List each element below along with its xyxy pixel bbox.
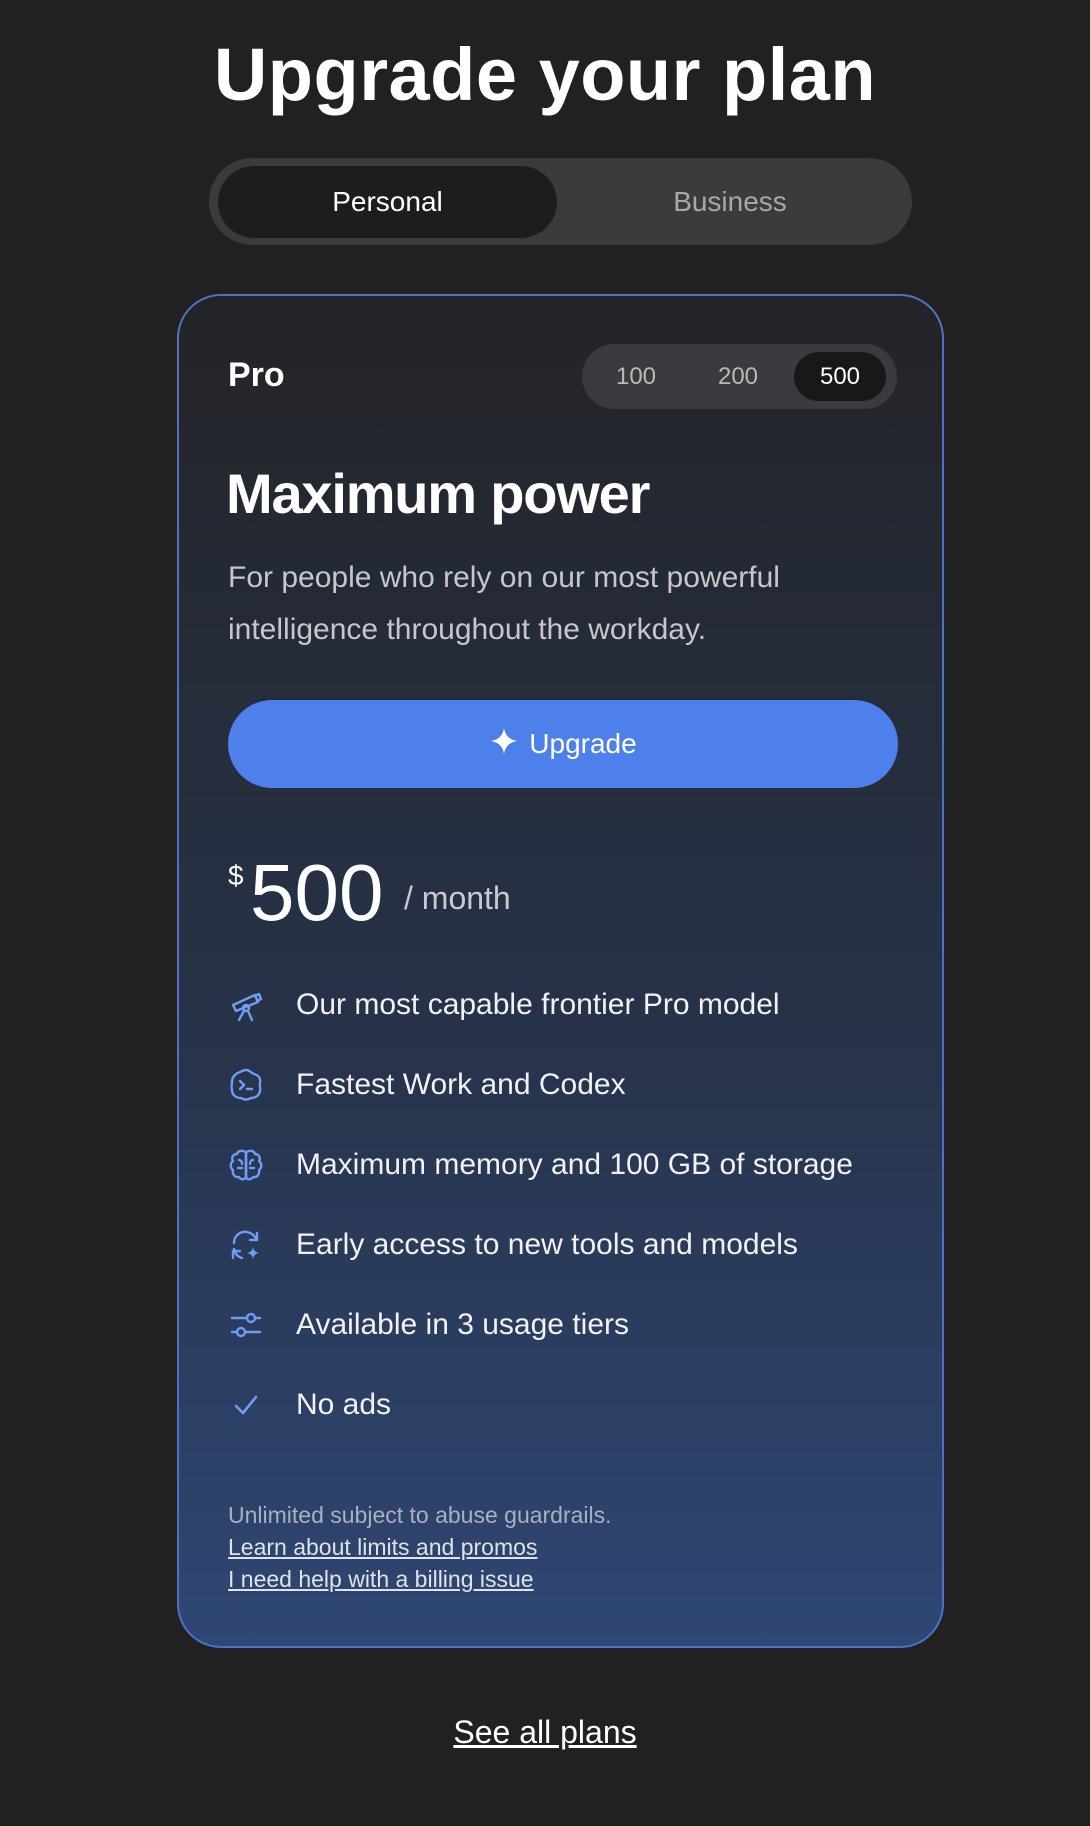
upgrade-label: Upgrade — [529, 728, 637, 759]
plan-type-toggle: Personal Business — [209, 158, 912, 245]
guardrails-note: Unlimited subject to abuse guardrails. — [228, 1502, 612, 1528]
price-period: / month — [404, 880, 511, 916]
tier-option-200[interactable]: 200 — [692, 352, 784, 401]
plan-description: For people who rely on our most powerful… — [228, 561, 780, 646]
feature-item: Early access to new tools and models — [228, 1220, 908, 1270]
feature-text: Our most capable frontier Pro model — [296, 988, 780, 1021]
feature-item: Available in 3 usage tiers — [228, 1300, 908, 1350]
feature-item: Maximum memory and 100 GB of storage — [228, 1140, 908, 1190]
tab-personal[interactable]: Personal — [218, 166, 557, 238]
plan-card: Pro 100 200 500 Maximum power For people… — [177, 294, 944, 1648]
checkmark-icon — [228, 1387, 264, 1423]
feature-text: Early access to new tools and models — [296, 1228, 798, 1261]
billing-help-link[interactable]: I need help with a billing issue — [228, 1566, 534, 1593]
sparkle-icon — [489, 726, 519, 763]
feature-text: Fastest Work and Codex — [296, 1068, 626, 1101]
plan-name: Pro — [228, 356, 285, 394]
feature-item: Fastest Work and Codex — [228, 1060, 908, 1110]
feature-text: No ads — [296, 1388, 392, 1421]
refresh-sparkle-icon — [228, 1227, 264, 1263]
see-all-plans-link[interactable]: See all plans — [0, 1714, 1090, 1751]
tier-selector: 100 200 500 — [582, 344, 897, 409]
feature-item: No ads — [228, 1380, 908, 1430]
tab-business[interactable]: Business — [557, 166, 903, 238]
telescope-icon — [228, 987, 264, 1023]
tier-option-100[interactable]: 100 — [590, 352, 682, 401]
sliders-icon — [228, 1307, 264, 1343]
brain-icon — [228, 1147, 264, 1183]
feature-text: Maximum memory and 100 GB of storage — [296, 1148, 853, 1181]
plan-headline: Maximum power — [226, 462, 650, 525]
feature-item: Our most capable frontier Pro model — [228, 980, 908, 1030]
upgrade-button[interactable]: Upgrade — [228, 700, 898, 788]
price-amount: 500 — [250, 848, 384, 937]
feature-text: Available in 3 usage tiers — [296, 1308, 629, 1341]
limits-link[interactable]: Learn about limits and promos — [228, 1534, 537, 1561]
page-title: Upgrade your plan — [213, 33, 877, 116]
price-currency: $ — [228, 860, 244, 891]
terminal-badge-icon — [228, 1067, 264, 1103]
tier-option-500[interactable]: 500 — [794, 352, 886, 401]
